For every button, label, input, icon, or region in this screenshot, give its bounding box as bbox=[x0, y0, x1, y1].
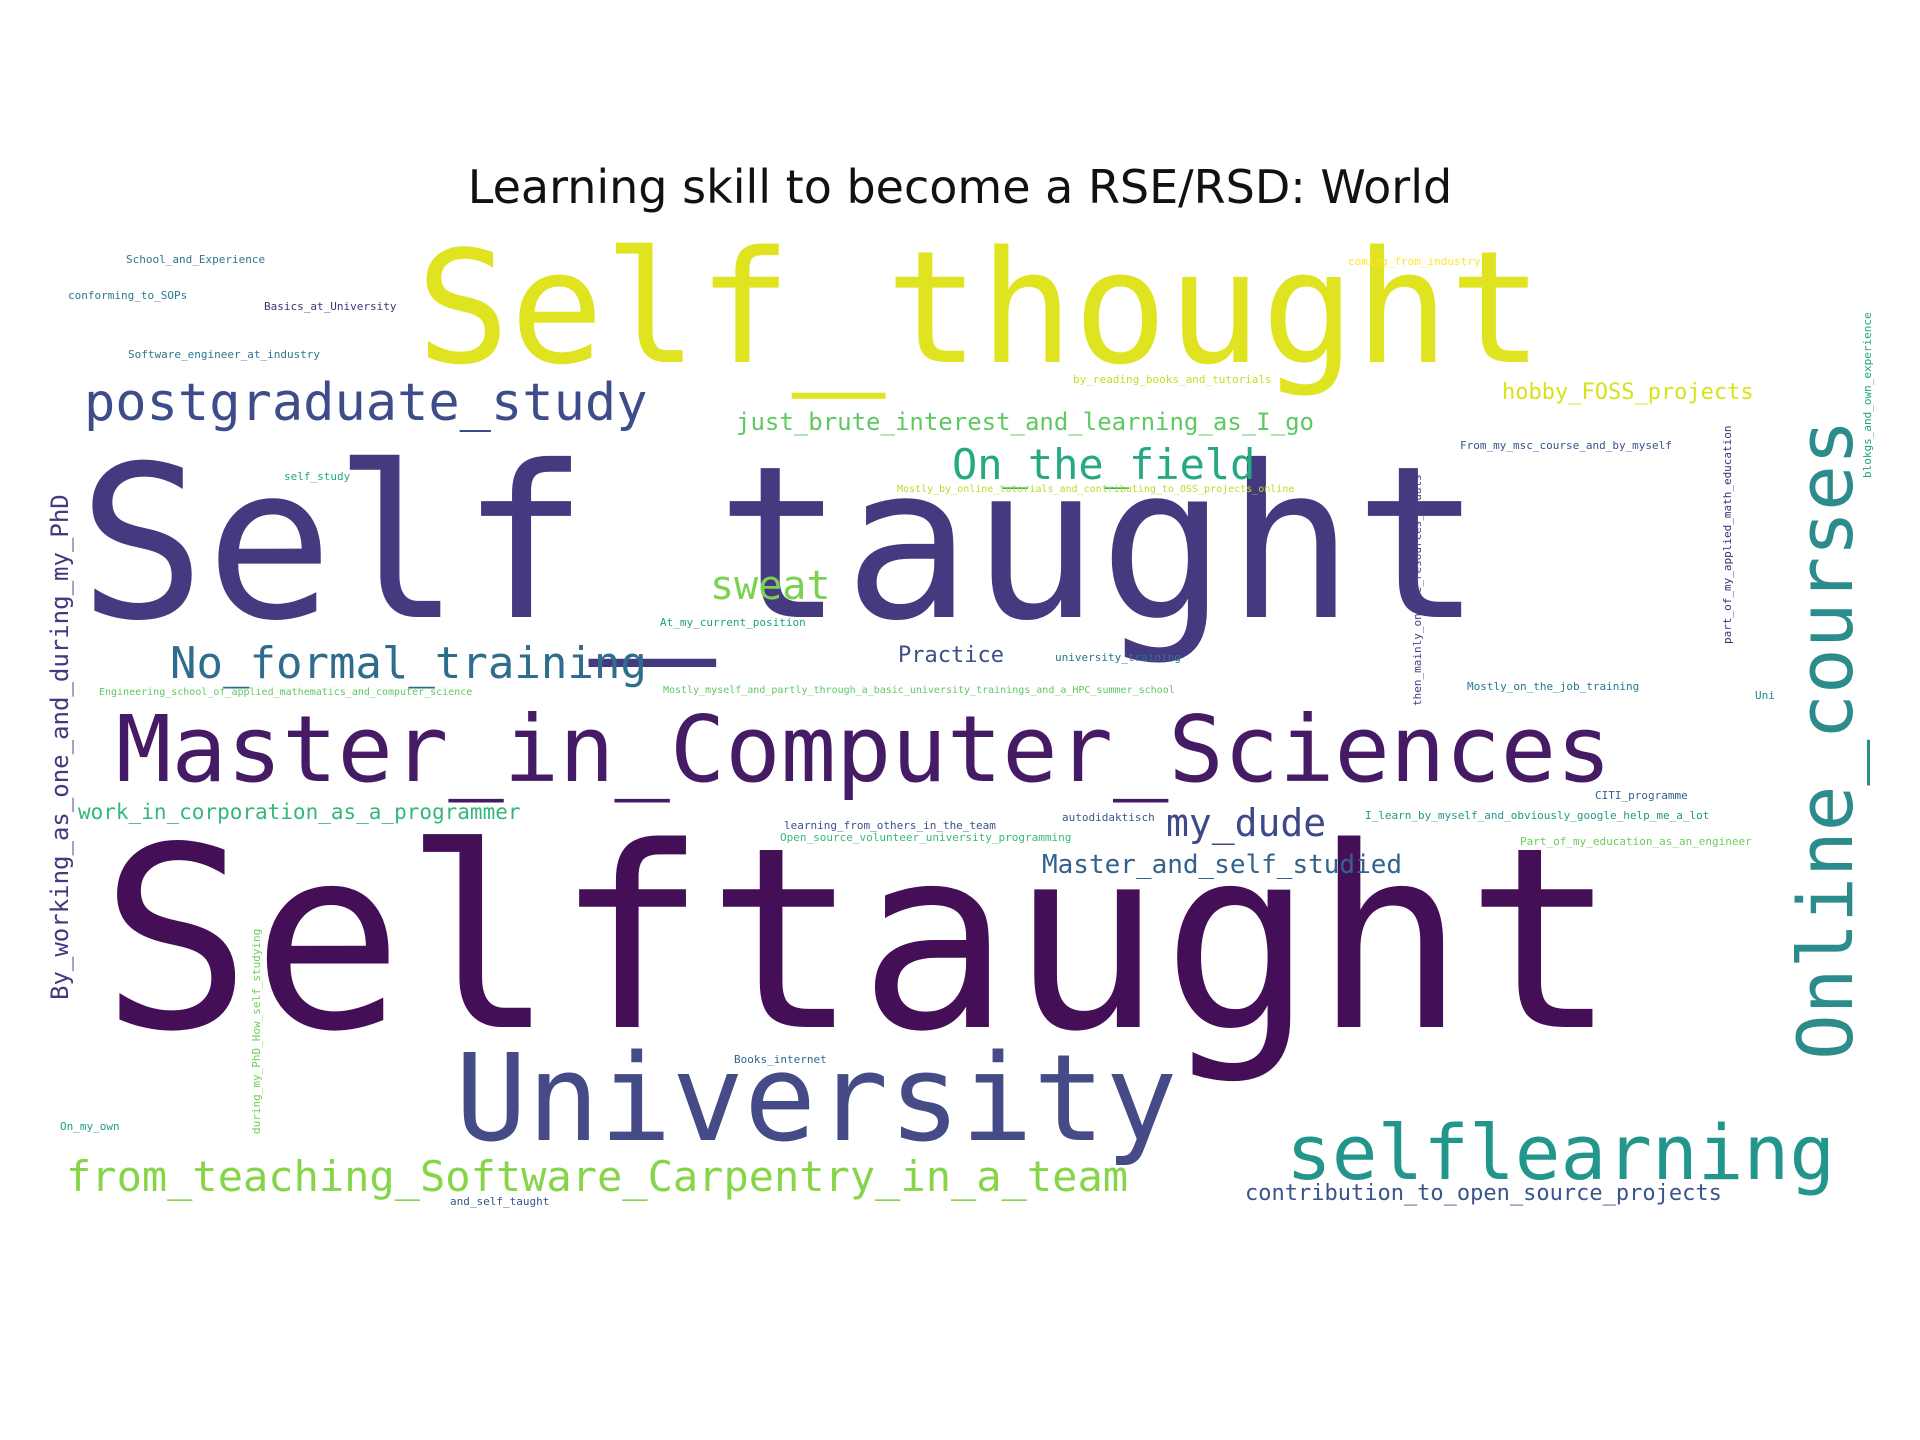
word-autodidaktisch: autodidaktisch bbox=[1062, 811, 1155, 824]
word-part-of-my-education: Part_of_my_education_as_an_engineer bbox=[1520, 835, 1752, 848]
word-work-in-corporation: work_in_corporation_as_a_programmer bbox=[78, 800, 521, 824]
word-by-working-phd: By_working_as_one_and_during_my_PhD bbox=[46, 494, 74, 1000]
word-hobby-foss-projects: hobby_FOSS_projects bbox=[1502, 380, 1754, 405]
word-no-formal-training: No_formal_training bbox=[170, 638, 647, 689]
word-citi-programme: CITI_programme bbox=[1595, 789, 1688, 802]
word-mostly-online-tutorials: Mostly_by_online_tutorials_and_contribut… bbox=[897, 484, 1295, 495]
word-practice: Practice bbox=[898, 643, 1004, 668]
word-part-of-my-applied-math: part_of_my_applied_math_education bbox=[1721, 425, 1734, 644]
word-books-internet: Books_internet bbox=[734, 1053, 827, 1066]
word-from-teaching-software-carpentry: from_teaching_Software_Carpentry_in_a_te… bbox=[66, 1152, 1129, 1201]
word-coming-from-industry: coming_from_industry bbox=[1348, 255, 1481, 268]
word-online-courses: Online_courses bbox=[1781, 419, 1870, 1060]
word-master-in-computer-sciences: Master_in_Computer_Sciences bbox=[116, 696, 1612, 803]
word-open-source-volunteer: Open_source_volunteer_university_program… bbox=[780, 831, 1072, 844]
word-then-mainly-online-resources: then_mainly_online_resources_mauals bbox=[1411, 474, 1424, 706]
word-conforming-to-sops: conforming_to_SOPs bbox=[68, 289, 188, 302]
word-blokgs-and-own-experience: blokgs_and_own_experience bbox=[1861, 312, 1874, 478]
word-learning-from-others: learning_from_others_in_the_team bbox=[784, 819, 996, 832]
word-cloud: Selftaught Self_taught Self_thought Mast… bbox=[0, 0, 1920, 1440]
word-at-my-current-position: At_my_current_position bbox=[660, 616, 806, 629]
word-postgraduate-study: postgraduate_study bbox=[84, 373, 648, 433]
word-by-reading-books: by_reading_books_and_tutorials bbox=[1073, 373, 1272, 386]
word-university-training: university_training bbox=[1055, 651, 1181, 664]
word-sweat: sweat bbox=[710, 563, 831, 609]
word-selflearning: selflearning bbox=[1286, 1108, 1836, 1197]
word-software-engineer-industry: Software_engineer_at_industry bbox=[128, 348, 321, 361]
word-mostly-myself-partly: Mostly_myself_and_partly_through_a_basic… bbox=[663, 685, 1175, 696]
word-uni: Uni bbox=[1755, 689, 1775, 702]
word-i-learn-by-myself: I_learn_by_myself_and_obviously_google_h… bbox=[1365, 809, 1710, 822]
word-self-thought: Self_thought bbox=[416, 217, 1544, 399]
word-contribution-open-source: contribution_to_open_source_projects bbox=[1245, 1181, 1722, 1206]
word-and-self-taught: and_self_taught bbox=[450, 1195, 550, 1208]
word-school-and-experience: School_and_Experience bbox=[126, 253, 266, 266]
word-just-brute-interest: just_brute_interest_and_learning_as_I_go bbox=[736, 408, 1314, 436]
word-on-my-own: On_my_own bbox=[60, 1120, 120, 1133]
word-engineering-school: Engineering_school_of_applied_mathematic… bbox=[99, 687, 473, 698]
word-from-my-msc-course: From_my_msc_course_and_by_myself bbox=[1460, 439, 1672, 452]
word-on-the-field: On_the_field bbox=[952, 440, 1256, 489]
word-self-study: self_study bbox=[284, 470, 351, 483]
word-master-and-self-studied: Master_and_self_studied bbox=[1042, 850, 1403, 880]
word-mostly-on-the-job: Mostly_on_the_job_training bbox=[1467, 680, 1640, 693]
word-during-my-phd-self-studying: during_my_PhD_How_self_studying bbox=[250, 928, 263, 1134]
word-my-dude: my_dude bbox=[1166, 801, 1327, 845]
word-basics-at-university: Basics_at_University bbox=[264, 300, 397, 313]
